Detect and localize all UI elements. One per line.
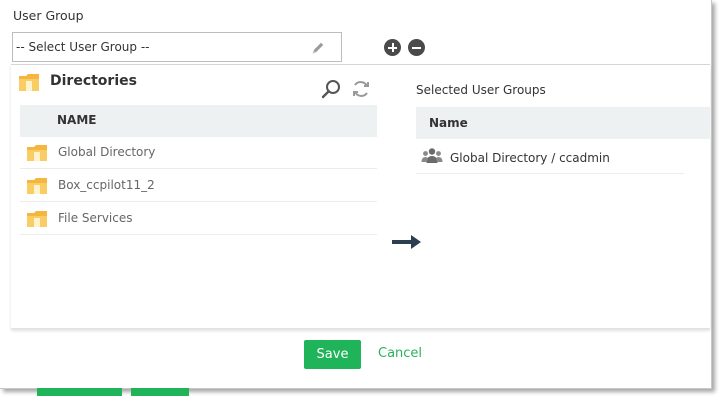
folder-icon — [27, 145, 47, 161]
background-button — [37, 388, 122, 396]
selected-group-row[interactable]: Global Directory / ccadmin — [416, 142, 684, 174]
minus-circle-icon[interactable] — [408, 39, 425, 56]
arrow-right-icon[interactable] — [392, 235, 422, 249]
save-button[interactable]: Save — [304, 340, 361, 369]
footer-divider — [11, 328, 710, 329]
folder-icon — [19, 74, 39, 91]
search-icon[interactable] — [320, 78, 342, 100]
directories-title: Directories — [50, 73, 137, 89]
selected-table-header[interactable]: Name — [416, 107, 710, 139]
user-group-label: User Group — [13, 8, 84, 23]
selected-name-column: Name — [429, 116, 468, 130]
user-group-dialog: User Group -- Select User Group -- Direc… — [0, 0, 712, 389]
user-group-icon — [421, 148, 443, 163]
directory-row[interactable]: Box_ccpilot11_2 — [20, 170, 377, 202]
user-group-select[interactable]: -- Select User Group -- — [12, 32, 342, 62]
plus-circle-icon[interactable] — [384, 39, 401, 56]
directory-row[interactable]: File Services — [20, 203, 377, 235]
directories-table-header[interactable]: NAME — [20, 105, 377, 137]
directory-label: Global Directory — [58, 145, 156, 159]
folder-icon — [27, 178, 47, 194]
user-group-select-value: -- Select User Group -- — [16, 40, 150, 54]
directory-label: Box_ccpilot11_2 — [58, 178, 155, 192]
folder-icon — [27, 211, 47, 227]
directories-name-column: NAME — [57, 113, 97, 127]
background-button — [131, 388, 189, 396]
pencil-icon[interactable] — [310, 40, 326, 56]
cancel-button[interactable]: Cancel — [378, 346, 422, 361]
directory-label: File Services — [58, 211, 133, 225]
selected-group-label: Global Directory / ccadmin — [450, 151, 610, 165]
selected-user-groups-title: Selected User Groups — [416, 83, 546, 97]
directory-row[interactable]: Global Directory — [20, 137, 377, 169]
refresh-icon[interactable] — [350, 78, 372, 100]
